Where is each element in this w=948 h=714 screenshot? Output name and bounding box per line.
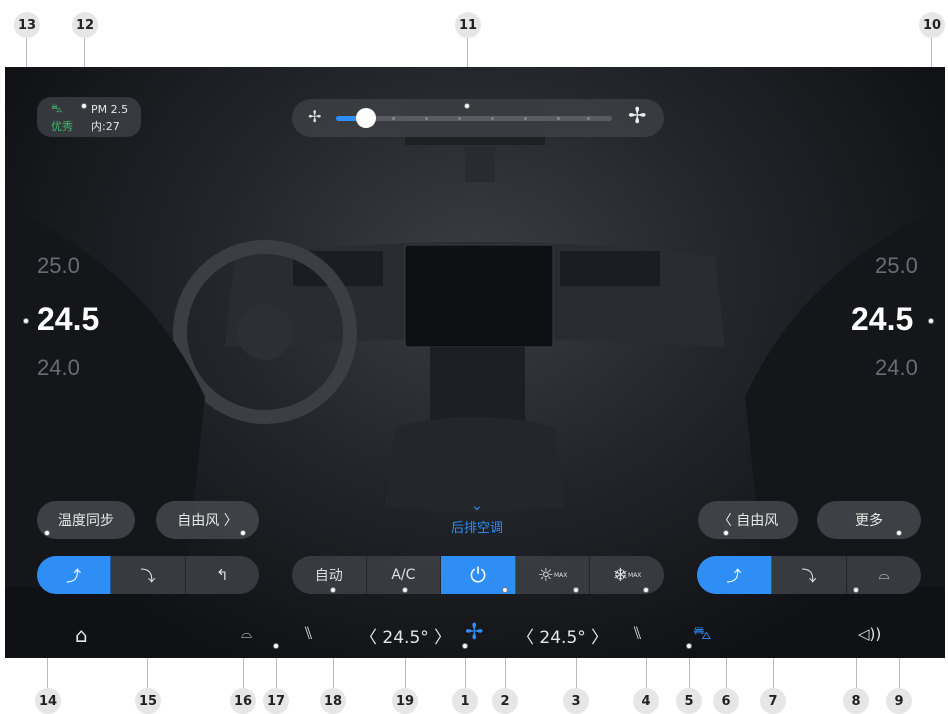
airflow-feet-button[interactable]: ⤵ — [111, 556, 186, 594]
left-temp-lower[interactable]: 24.0 — [37, 355, 80, 381]
left-temp-current[interactable]: 24.5 — [37, 301, 99, 338]
callout-7: 7 — [760, 688, 786, 714]
callout-3: 3 — [563, 688, 589, 714]
anchor-dot-19 — [402, 587, 408, 593]
climate-screen: ⛍ PM 2.5 优秀 内:27 ✢ ✢ 25.0 24.5 24.0 25.0… — [5, 67, 945, 658]
fan-icon[interactable]: ✢ — [465, 620, 483, 645]
airflow-windshield-icon: ↰ — [216, 566, 229, 584]
anchor-dot-2 — [502, 587, 508, 593]
callout-13: 13 — [14, 12, 40, 38]
chevron-down-icon: ⌄ — [471, 498, 483, 514]
leaf-car-icon: ⛍ — [51, 102, 63, 115]
right-airflow-face-button[interactable]: ⤴ — [697, 556, 772, 594]
inner-value: 内:27 — [91, 120, 120, 133]
left-temp-upper[interactable]: 25.0 — [37, 253, 80, 279]
volume-icon[interactable]: ◁)) — [858, 625, 881, 643]
anchor-dot-16 — [240, 530, 246, 536]
seat-right-icon[interactable]: ⑊ — [632, 623, 643, 644]
anchor-dot-3 — [573, 587, 579, 593]
temp-sync-button[interactable]: 温度同步 — [37, 501, 135, 539]
anchor-dot-12 — [81, 103, 87, 109]
center-control-group: 自动 A/C ⏻ ☼ MAX ❄ MAX — [292, 556, 664, 594]
callout-15: 15 — [135, 688, 161, 714]
front-defrost-icon: ⌓ — [878, 567, 890, 583]
max-heat-button[interactable]: ☼ MAX — [516, 556, 591, 594]
callout-8: 8 — [843, 688, 869, 714]
home-icon[interactable]: ⌂ — [75, 623, 88, 647]
more-button[interactable]: 更多 — [817, 501, 921, 539]
callout-5: 5 — [676, 688, 702, 714]
right-airflow-mode-group: ⤴ ⤵ ⌓ — [697, 556, 921, 594]
anchor-dot-13 — [23, 318, 29, 324]
max-cool-icon: ❄ — [612, 564, 629, 586]
air-quality-badge[interactable]: ⛍ PM 2.5 优秀 内:27 — [37, 97, 141, 137]
right-temp-lower[interactable]: 24.0 — [875, 355, 918, 381]
anchor-dot-18 — [330, 587, 336, 593]
right-airflow-feet-button[interactable]: ⤵ — [772, 556, 847, 594]
power-icon: ⏻ — [470, 563, 486, 587]
anchor-dot-17 — [273, 643, 279, 649]
anchor-dot-9 — [896, 530, 902, 536]
air-quality-rating: 优秀 — [51, 120, 73, 133]
pm-label: PM 2.5 — [91, 103, 129, 116]
airflow-face-button[interactable]: ⤴ — [37, 556, 112, 594]
rear-ac-label: 后排空调 — [450, 521, 503, 536]
right-airflow-feet-icon: ⤵ — [801, 566, 817, 585]
anchor-dot-10 — [928, 318, 934, 324]
callout-18: 18 — [320, 688, 346, 714]
slider-ticks — [392, 117, 592, 120]
callout-19: 19 — [392, 688, 418, 714]
airflow-windshield-button[interactable]: ↰ — [186, 556, 259, 594]
callout-10: 10 — [919, 12, 945, 38]
anchor-dot-4 — [643, 587, 649, 593]
callout-17: 17 — [263, 688, 289, 714]
anchor-dot-11 — [464, 103, 470, 109]
max-cool-button[interactable]: ❄ MAX — [590, 556, 664, 594]
anchor-dot-5 — [686, 643, 692, 649]
callout-6: 6 — [713, 688, 739, 714]
car-icon[interactable]: ⛍ — [693, 623, 712, 647]
callout-1: 1 — [452, 688, 478, 714]
callout-9: 9 — [886, 688, 912, 714]
rear-ac-toggle[interactable]: ⌄ 后排空调 — [437, 499, 517, 539]
anchor-dot-1 — [462, 643, 468, 649]
max-heat-icon: ☼ — [537, 564, 554, 586]
left-temp-stepper[interactable]: 〈 24.5° 〉 — [360, 623, 451, 648]
airflow-feet-icon: ⤵ — [140, 566, 156, 585]
seat-left-icon[interactable]: ⑊ — [303, 623, 314, 644]
slider-thumb[interactable] — [356, 108, 376, 128]
anchor-dot-8 — [853, 587, 859, 593]
right-temp-stepper[interactable]: 〈 24.5° 〉 — [517, 623, 608, 648]
rear-defrost-icon[interactable]: ⌓ — [241, 626, 252, 642]
callout-14: 14 — [35, 688, 61, 714]
left-airflow-mode-group: ⤴ ⤵ ↰ — [37, 556, 259, 594]
callout-12: 12 — [72, 12, 98, 38]
callout-2: 2 — [492, 688, 518, 714]
right-airflow-face-icon: ⤴ — [726, 566, 742, 585]
callout-4: 4 — [633, 688, 659, 714]
callout-11: 11 — [455, 12, 481, 38]
free-air-right-button[interactable]: 〈 自由风 — [698, 501, 798, 539]
anchor-dot-6 — [723, 530, 729, 536]
fan-high-icon: ✢ — [628, 104, 647, 129]
fan-low-icon: ✢ — [308, 107, 322, 126]
anchor-dot-14 — [44, 530, 50, 536]
callout-16: 16 — [230, 688, 256, 714]
right-temp-current[interactable]: 24.5 — [851, 301, 913, 338]
right-temp-upper[interactable]: 25.0 — [875, 253, 918, 279]
airflow-face-icon: ⤴ — [66, 566, 82, 585]
fan-speed-slider[interactable]: ✢ ✢ — [292, 99, 664, 137]
